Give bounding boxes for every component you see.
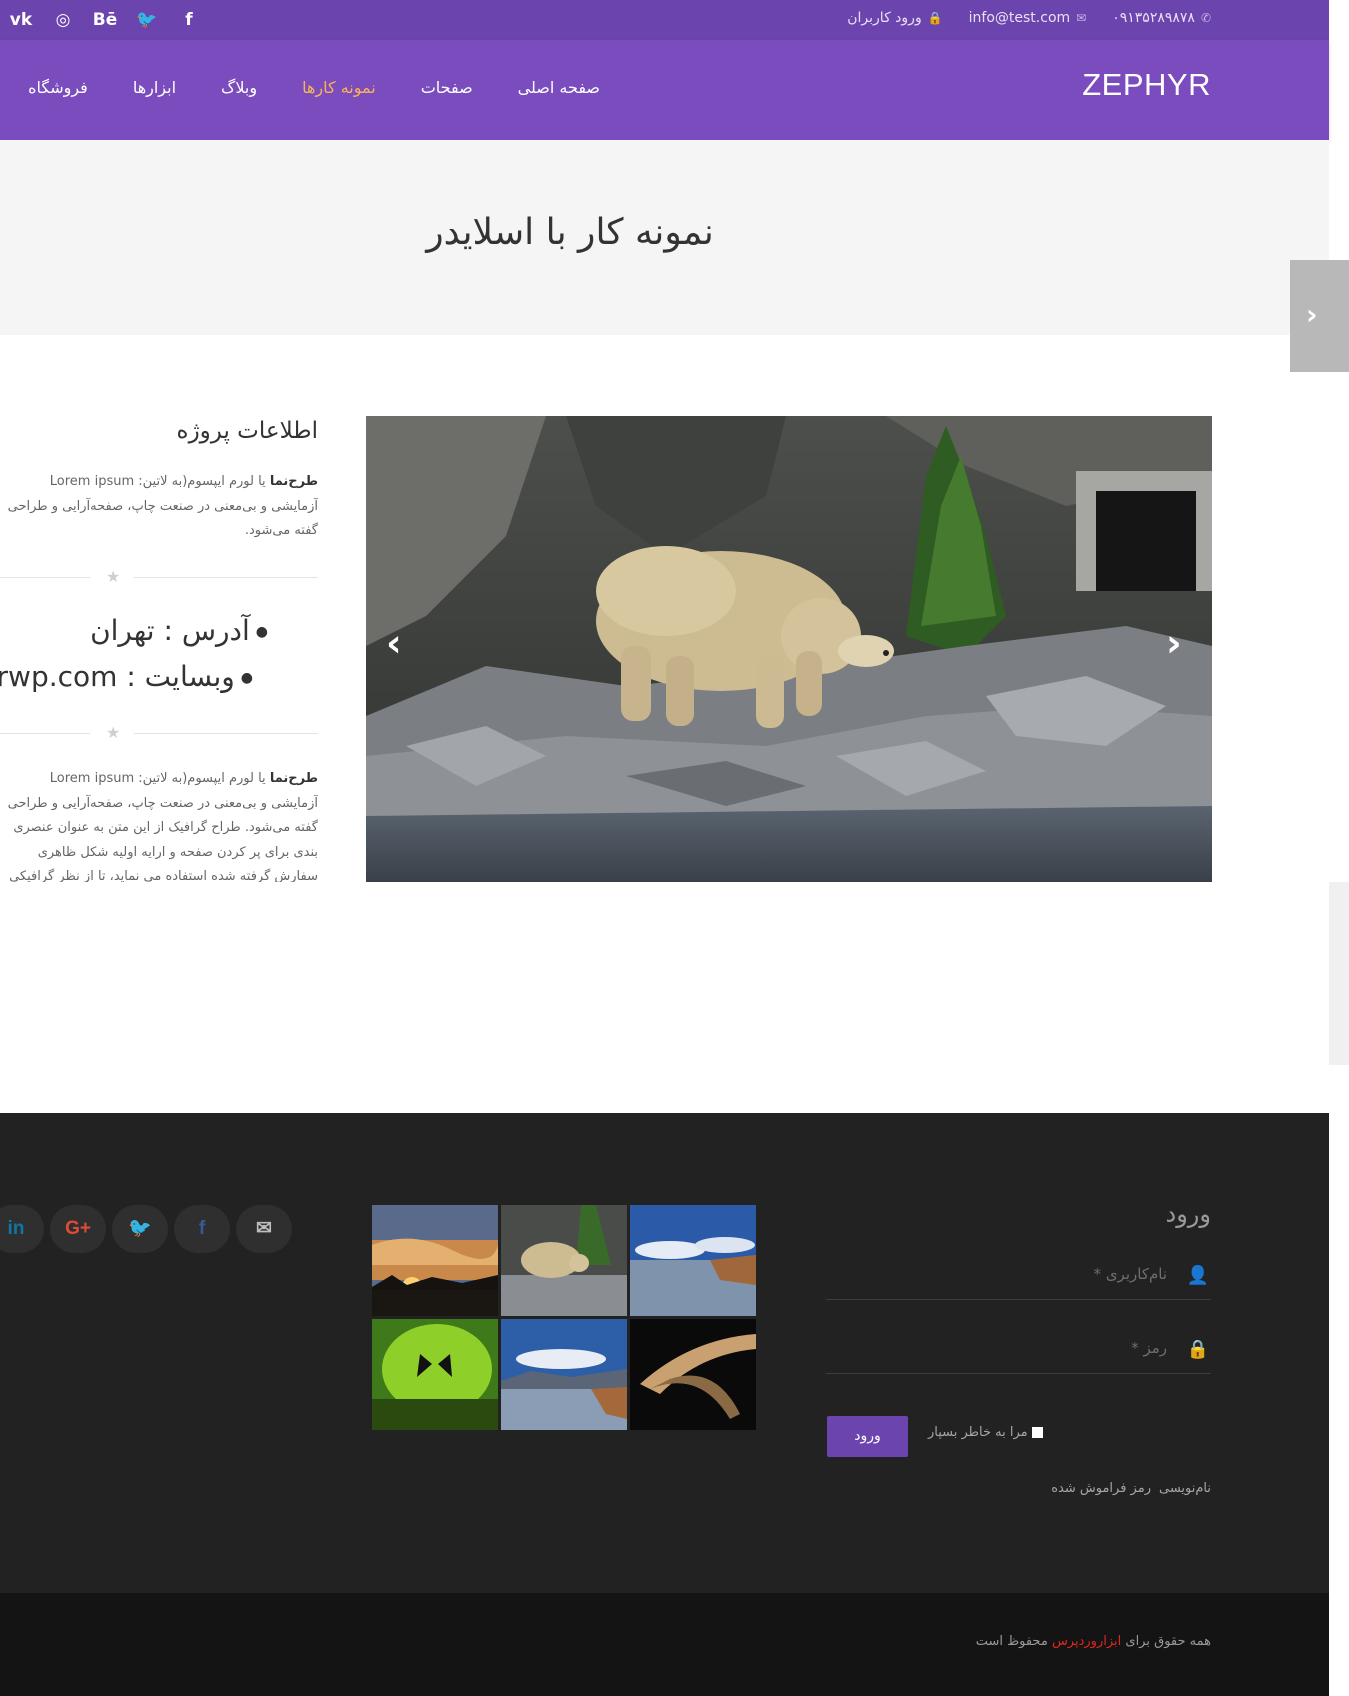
phone-contact: ✆ ۰۹۱۳۵۲۸۹۸۷۸ xyxy=(1112,10,1211,26)
gallery-thumb-sunset[interactable] xyxy=(372,1205,498,1316)
menu-item-tools[interactable]: ابزارها xyxy=(133,78,176,97)
facebook-icon[interactable]: f xyxy=(174,1205,230,1253)
main-menu: صفحه اصلی صفحات نمونه کارها وبلاگ ابزاره… xyxy=(28,78,600,97)
chevron-right-icon: › xyxy=(1306,298,1318,331)
google-plus-icon[interactable]: G+ xyxy=(50,1205,106,1253)
phone-icon: ✆ xyxy=(1200,11,1211,25)
copyright-suffix: محفوظ است xyxy=(975,1634,1048,1649)
register-link[interactable]: نام‌نویسی xyxy=(1159,1481,1211,1496)
body-line-3: گفته می‌شود. طراح گرافیک از این متن به ع… xyxy=(13,820,318,835)
star-divider: ★ xyxy=(0,567,318,587)
menu-item-pages[interactable]: صفحات xyxy=(421,78,473,97)
page-title-band: نمونه کار با اسلایدر xyxy=(0,140,1329,335)
project-info-heading: اطلاعات پروژه xyxy=(176,418,318,444)
copyright-text: همه حقوق برای ابزاروردپرس محفوظ است xyxy=(976,1634,1211,1649)
user-login-link[interactable]: 🔒 ورود کاربران xyxy=(847,10,942,26)
linkedin-icon[interactable]: in xyxy=(0,1205,44,1253)
remember-label: مرا به خاطر بسپار xyxy=(928,1425,1028,1440)
top-social-links: vk ◎ Bē 🐦 f xyxy=(8,8,202,32)
copyright-brand-link[interactable]: ابزاروردپرس xyxy=(1052,1634,1121,1649)
gallery-thumb-lake[interactable] xyxy=(630,1205,756,1316)
username-field[interactable]: 👤 نام‌کاربری * xyxy=(826,1257,1211,1300)
login-button[interactable]: ورود xyxy=(827,1416,908,1457)
menu-item-blog[interactable]: وبلاگ xyxy=(221,78,257,97)
body-line-1: یا لورم ایپسوم(به لاتین: Lorem ipsum xyxy=(49,771,266,786)
password-placeholder: رمز * xyxy=(1131,1339,1167,1357)
login-links: نام‌نویسی رمز فراموش شده xyxy=(1051,1481,1211,1496)
body-line-4: بندی برای پر کردن صفحه و ارایه اولیه شکل… xyxy=(37,844,318,860)
page-title: نمونه کار با اسلایدر xyxy=(426,212,714,253)
twitter-icon[interactable]: 🐦 xyxy=(112,1205,168,1253)
copyright-bar: همه حقوق برای ابزاروردپرس محفوظ است xyxy=(0,1593,1329,1696)
twitter-icon[interactable]: 🐦 xyxy=(134,8,160,32)
remember-checkbox[interactable] xyxy=(1031,1427,1043,1438)
star-divider: ★ xyxy=(0,723,318,743)
side-panel-toggle[interactable]: › xyxy=(1290,260,1349,372)
login-heading: ورود xyxy=(1165,1200,1211,1228)
footer-gallery xyxy=(372,1205,758,1431)
slider-prev-arrow[interactable]: ‹ xyxy=(386,621,402,665)
project-body: طرح‌نما یا لورم ایپسوم(به لاتین: Lorem i… xyxy=(8,767,318,882)
footer-social-links: in G+ 🐦 f ✉ xyxy=(0,1205,292,1253)
envelope-icon: ✉ xyxy=(1076,11,1087,25)
instagram-icon[interactable]: ◎ xyxy=(50,8,76,32)
lock-icon: 🔒 xyxy=(1186,1339,1209,1360)
email-address[interactable]: info@test.com xyxy=(969,10,1071,26)
intro-line-1: یا لورم ایپسوم(به لاتین: Lorem ipsum xyxy=(49,474,266,489)
project-address: ●آدرس : تهران xyxy=(90,614,268,647)
site-logo[interactable]: ZEPHYR xyxy=(1082,67,1211,103)
top-bar: vk ◎ Bē 🐦 f ✆ ۰۹۱۳۵۲۸۹۸۷۸ ✉ info@test.co… xyxy=(0,0,1329,40)
gallery-thumb-polar-bear[interactable] xyxy=(501,1205,627,1316)
lock-icon: 🔒 xyxy=(927,11,943,25)
project-intro: طرح‌نما یا لورم ایپسوم(به لاتین: Lorem i… xyxy=(8,470,318,544)
user-icon: 👤 xyxy=(1186,1265,1209,1286)
behance-icon[interactable]: Bē xyxy=(92,8,118,32)
intro-bold-word: طرح‌نما xyxy=(269,474,318,489)
username-placeholder: نام‌کاربری * xyxy=(1093,1265,1167,1283)
main-navbar: ZEPHYR صفحه اصلی صفحات نمونه کارها وبلاگ… xyxy=(0,40,1329,140)
menu-item-home[interactable]: صفحه اصلی xyxy=(518,78,600,97)
body-line-5: سفارش گرفته شده استفاده می نماید، تا از … xyxy=(9,869,318,882)
user-login-label[interactable]: ورود کاربران xyxy=(847,10,921,26)
footer: ورود 👤 نام‌کاربری * 🔒 رمز * ورود مرا به … xyxy=(0,1113,1329,1593)
body-line-2: آزمایشی و بی‌معنی در صنعت چاپ، صفحه‌آرای… xyxy=(7,795,318,811)
password-field[interactable]: 🔒 رمز * xyxy=(826,1331,1211,1374)
intro-line-2: آزمایشی و بی‌معنی در صنعت چاپ، صفحه‌آرای… xyxy=(7,498,318,514)
phone-number: ۰۹۱۳۵۲۸۹۸۷۸ xyxy=(1112,10,1195,26)
portfolio-slider[interactable]: ‹ › xyxy=(366,416,1212,882)
gallery-thumb-mountains[interactable] xyxy=(501,1319,627,1430)
star-icon: ★ xyxy=(106,567,121,586)
page-edge-strip xyxy=(1329,882,1349,1065)
email-icon[interactable]: ✉ xyxy=(236,1205,292,1253)
forgot-password-link[interactable]: رمز فراموش شده xyxy=(1051,1481,1151,1496)
slider-next-arrow[interactable]: › xyxy=(1166,621,1182,665)
page-edge-strip xyxy=(1329,1065,1349,1696)
project-info: اطلاعات پروژه طرح‌نما یا لورم ایپسوم(به … xyxy=(0,410,318,882)
gallery-thumb-abstract[interactable] xyxy=(630,1319,756,1430)
copyright-prefix: همه حقوق برای xyxy=(1125,1634,1211,1649)
project-website: ●وبسایت : zarwp.com xyxy=(0,660,253,693)
gallery-thumb-butterfly[interactable] xyxy=(372,1319,498,1430)
remember-me[interactable]: مرا به خاطر بسپار xyxy=(928,1425,1043,1440)
project-address-text: آدرس : تهران xyxy=(90,614,250,647)
vk-icon[interactable]: vk xyxy=(8,8,34,32)
body-bold-word: طرح‌نما xyxy=(269,771,318,786)
menu-item-shop[interactable]: فروشگاه xyxy=(28,78,88,97)
facebook-icon[interactable]: f xyxy=(176,8,202,32)
menu-item-portfolio[interactable]: نمونه کارها xyxy=(302,78,376,97)
project-website-text[interactable]: وبسایت : zarwp.com xyxy=(0,660,235,693)
intro-line-3: گفته می‌شود. xyxy=(244,523,318,538)
star-icon: ★ xyxy=(106,723,121,742)
slider-image-polar-bear xyxy=(366,416,1212,882)
email-contact[interactable]: ✉ info@test.com xyxy=(969,10,1087,26)
top-contact-info: ✆ ۰۹۱۳۵۲۸۹۸۷۸ ✉ info@test.com 🔒 ورود کار… xyxy=(847,10,1211,26)
